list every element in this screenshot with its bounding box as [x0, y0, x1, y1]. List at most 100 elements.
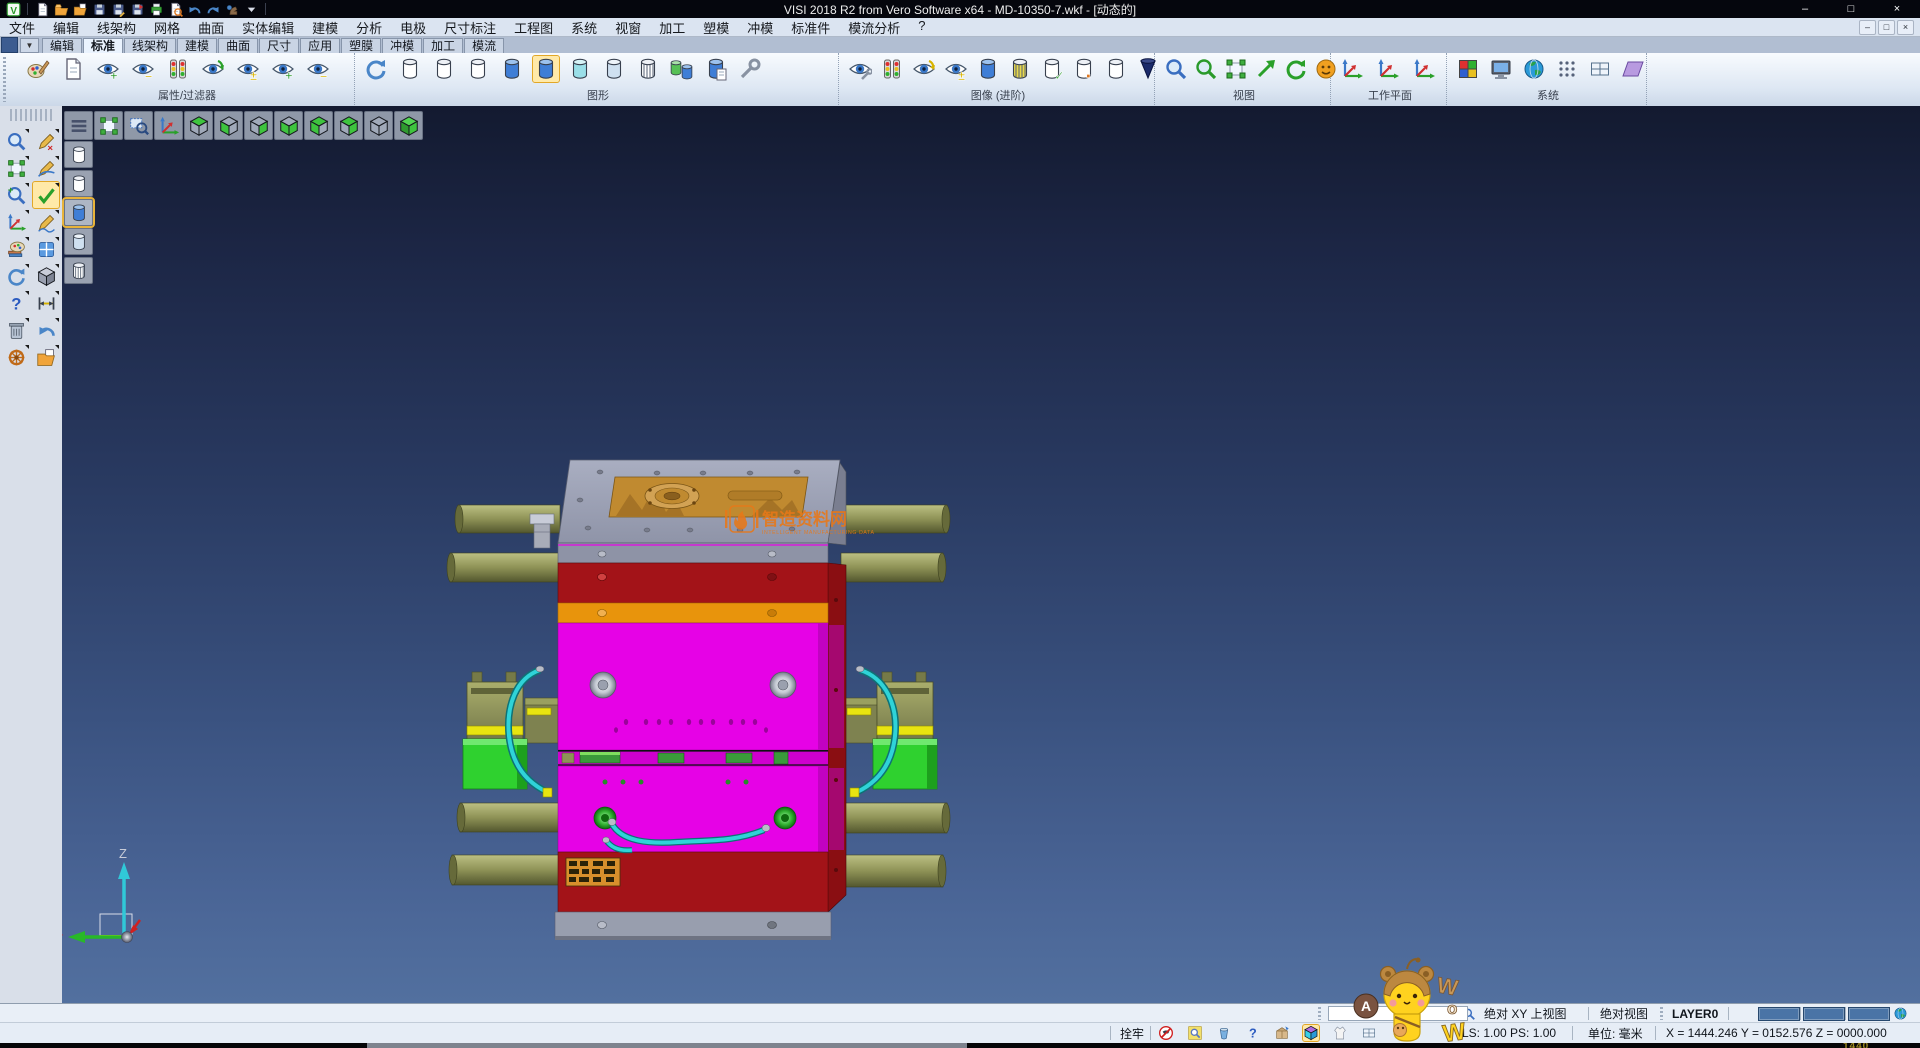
- close-button[interactable]: ×: [1874, 0, 1920, 18]
- dynamic-zoom-icon[interactable]: [1193, 56, 1219, 82]
- image-properties-icon[interactable]: [60, 56, 86, 82]
- hatched-style-icon[interactable]: [635, 56, 661, 82]
- tab-冲模[interactable]: 冲模: [382, 38, 422, 53]
- menu-item-模流分析[interactable]: 模流分析: [839, 18, 909, 37]
- advanced-visibility-icon[interactable]: [847, 56, 873, 82]
- display-shaded-icon[interactable]: [64, 199, 93, 226]
- graphics-viewport[interactable]: 智造资料网 INTELLIGENT MANUFACTURING DATA Z Y: [62, 106, 1920, 1003]
- hide-entities-icon[interactable]: –: [130, 56, 156, 82]
- advanced-refresh-icon[interactable]: [911, 56, 937, 82]
- view-mode-indicator[interactable]: 绝对 XY 上视图: [1484, 1004, 1566, 1023]
- invert-visibility-icon[interactable]: ±: [235, 56, 261, 82]
- menu-item-建模[interactable]: 建模: [303, 18, 347, 37]
- fit-view-icon[interactable]: [94, 111, 123, 140]
- visibility-filter-icon[interactable]: [165, 56, 191, 82]
- save-as-button[interactable]: [110, 2, 126, 17]
- menu-item-?[interactable]: ?: [909, 18, 934, 33]
- quick-help-icon[interactable]: ?: [1245, 1025, 1261, 1041]
- system-monitor-icon[interactable]: [1488, 56, 1514, 82]
- context-help-icon[interactable]: ?: [3, 290, 29, 316]
- view-top-icon[interactable]: [184, 111, 213, 140]
- menu-item-电极[interactable]: 电极: [391, 18, 435, 37]
- menu-item-尺寸标注[interactable]: 尺寸标注: [435, 18, 505, 37]
- units-indicator[interactable]: 单位: 毫米: [1588, 1023, 1643, 1043]
- mdi-minimize-button[interactable]: –: [1859, 20, 1876, 35]
- bucket-icon[interactable]: [1216, 1025, 1232, 1041]
- workplane-edit-icon[interactable]: [1411, 56, 1437, 82]
- print-preview-button[interactable]: [167, 2, 183, 17]
- grid-settings-icon[interactable]: [1587, 56, 1613, 82]
- maximize-button[interactable]: □: [1828, 0, 1874, 18]
- zoom-scene-icon[interactable]: [3, 128, 29, 154]
- save-copy-button[interactable]: [129, 2, 145, 17]
- tab-加工[interactable]: 加工: [423, 38, 463, 53]
- menu-item-工程图[interactable]: 工程图: [505, 18, 562, 37]
- display-hidden-line-icon[interactable]: [64, 170, 93, 197]
- tab-塑膜[interactable]: 塑膜: [341, 38, 381, 53]
- undo-icon[interactable]: [33, 317, 59, 343]
- advanced-filter-icon[interactable]: [879, 56, 905, 82]
- fit-frame-icon[interactable]: [3, 155, 29, 181]
- tab-尺寸[interactable]: 尺寸: [259, 38, 299, 53]
- zoom-view-icon[interactable]: [1163, 56, 1189, 82]
- zoom-window-icon[interactable]: [124, 111, 153, 140]
- workplane-plane-icon[interactable]: [1620, 56, 1646, 82]
- refresh-visibility-icon[interactable]: [200, 56, 226, 82]
- delete-icon[interactable]: [3, 317, 29, 343]
- workplane-create-icon[interactable]: [1339, 56, 1365, 82]
- display-transparent-icon[interactable]: [64, 228, 93, 255]
- profile-vest-icon[interactable]: [1332, 1025, 1348, 1041]
- show-entities-icon[interactable]: +: [95, 56, 121, 82]
- quick-access-dropdown[interactable]: [243, 2, 259, 17]
- visi-logo[interactable]: V: [5, 2, 21, 17]
- layer-color-swatch-2[interactable]: [1803, 1004, 1845, 1023]
- display-hatched-icon[interactable]: [64, 257, 93, 284]
- active-layer-indicator[interactable]: LAYER0: [1672, 1004, 1718, 1023]
- save-button[interactable]: [91, 2, 107, 17]
- snap-settings-icon[interactable]: [1187, 1025, 1203, 1041]
- phone-lock-icon[interactable]: [1158, 1025, 1174, 1041]
- dashed-hidden-style-icon[interactable]: [465, 56, 491, 82]
- globe-icon[interactable]: [1893, 1004, 1908, 1023]
- sketch-curve-icon[interactable]: [33, 155, 59, 181]
- fit-view-icon[interactable]: [1223, 56, 1249, 82]
- view-menu-icon[interactable]: [64, 111, 93, 140]
- mdi-close-button[interactable]: ×: [1897, 20, 1914, 35]
- navigator-wheel-icon[interactable]: [3, 344, 29, 370]
- menu-item-标准件[interactable]: 标准件: [782, 18, 839, 37]
- transparent-style-icon[interactable]: [567, 56, 593, 82]
- redo-button[interactable]: [205, 2, 221, 17]
- layer-color-swatch-1[interactable]: [1758, 1004, 1800, 1023]
- mdi-restore-button[interactable]: □: [1878, 20, 1895, 35]
- scale-indicator[interactable]: LS: 1.00 PS: 1.00: [1462, 1023, 1556, 1043]
- pan-view-icon[interactable]: [1253, 56, 1279, 82]
- menu-item-文件[interactable]: 文件: [0, 18, 44, 37]
- ghost-style-icon[interactable]: [601, 56, 627, 82]
- attributes-palette-icon[interactable]: [3, 236, 29, 262]
- solid-display-icon[interactable]: [975, 56, 1001, 82]
- validated-display-icon[interactable]: ✓: [1039, 56, 1065, 82]
- measure-distance-icon[interactable]: [33, 290, 59, 316]
- window-layout-icon[interactable]: [33, 236, 59, 262]
- confirm-icon[interactable]: [33, 182, 59, 208]
- layer-color-swatch-3[interactable]: [1848, 1004, 1890, 1023]
- tab-线架构[interactable]: 线架构: [124, 38, 176, 53]
- system-globe-icon[interactable]: [1521, 56, 1547, 82]
- multi-body-style-icon[interactable]: [669, 56, 695, 82]
- style-by-layer-icon[interactable]: [703, 56, 729, 82]
- ucs-cube-icon[interactable]: [1303, 1025, 1319, 1041]
- outline-display-icon[interactable]: [1103, 56, 1129, 82]
- macro-button[interactable]: [224, 2, 240, 17]
- show-all-icon[interactable]: +: [270, 56, 296, 82]
- hide-selected-icon[interactable]: –: [305, 56, 331, 82]
- shaded-edges-style-icon[interactable]: [533, 56, 559, 82]
- view-left-icon[interactable]: [244, 111, 273, 140]
- regen-view-icon[interactable]: [3, 263, 29, 289]
- view-bottom-icon[interactable]: [214, 111, 243, 140]
- print-button[interactable]: [148, 2, 164, 17]
- menu-item-加工[interactable]: 加工: [650, 18, 694, 37]
- tab-模流[interactable]: 模流: [464, 38, 504, 53]
- view-back-icon[interactable]: [334, 111, 363, 140]
- undo-button[interactable]: [186, 2, 202, 17]
- open-recent-button[interactable]: [72, 2, 88, 17]
